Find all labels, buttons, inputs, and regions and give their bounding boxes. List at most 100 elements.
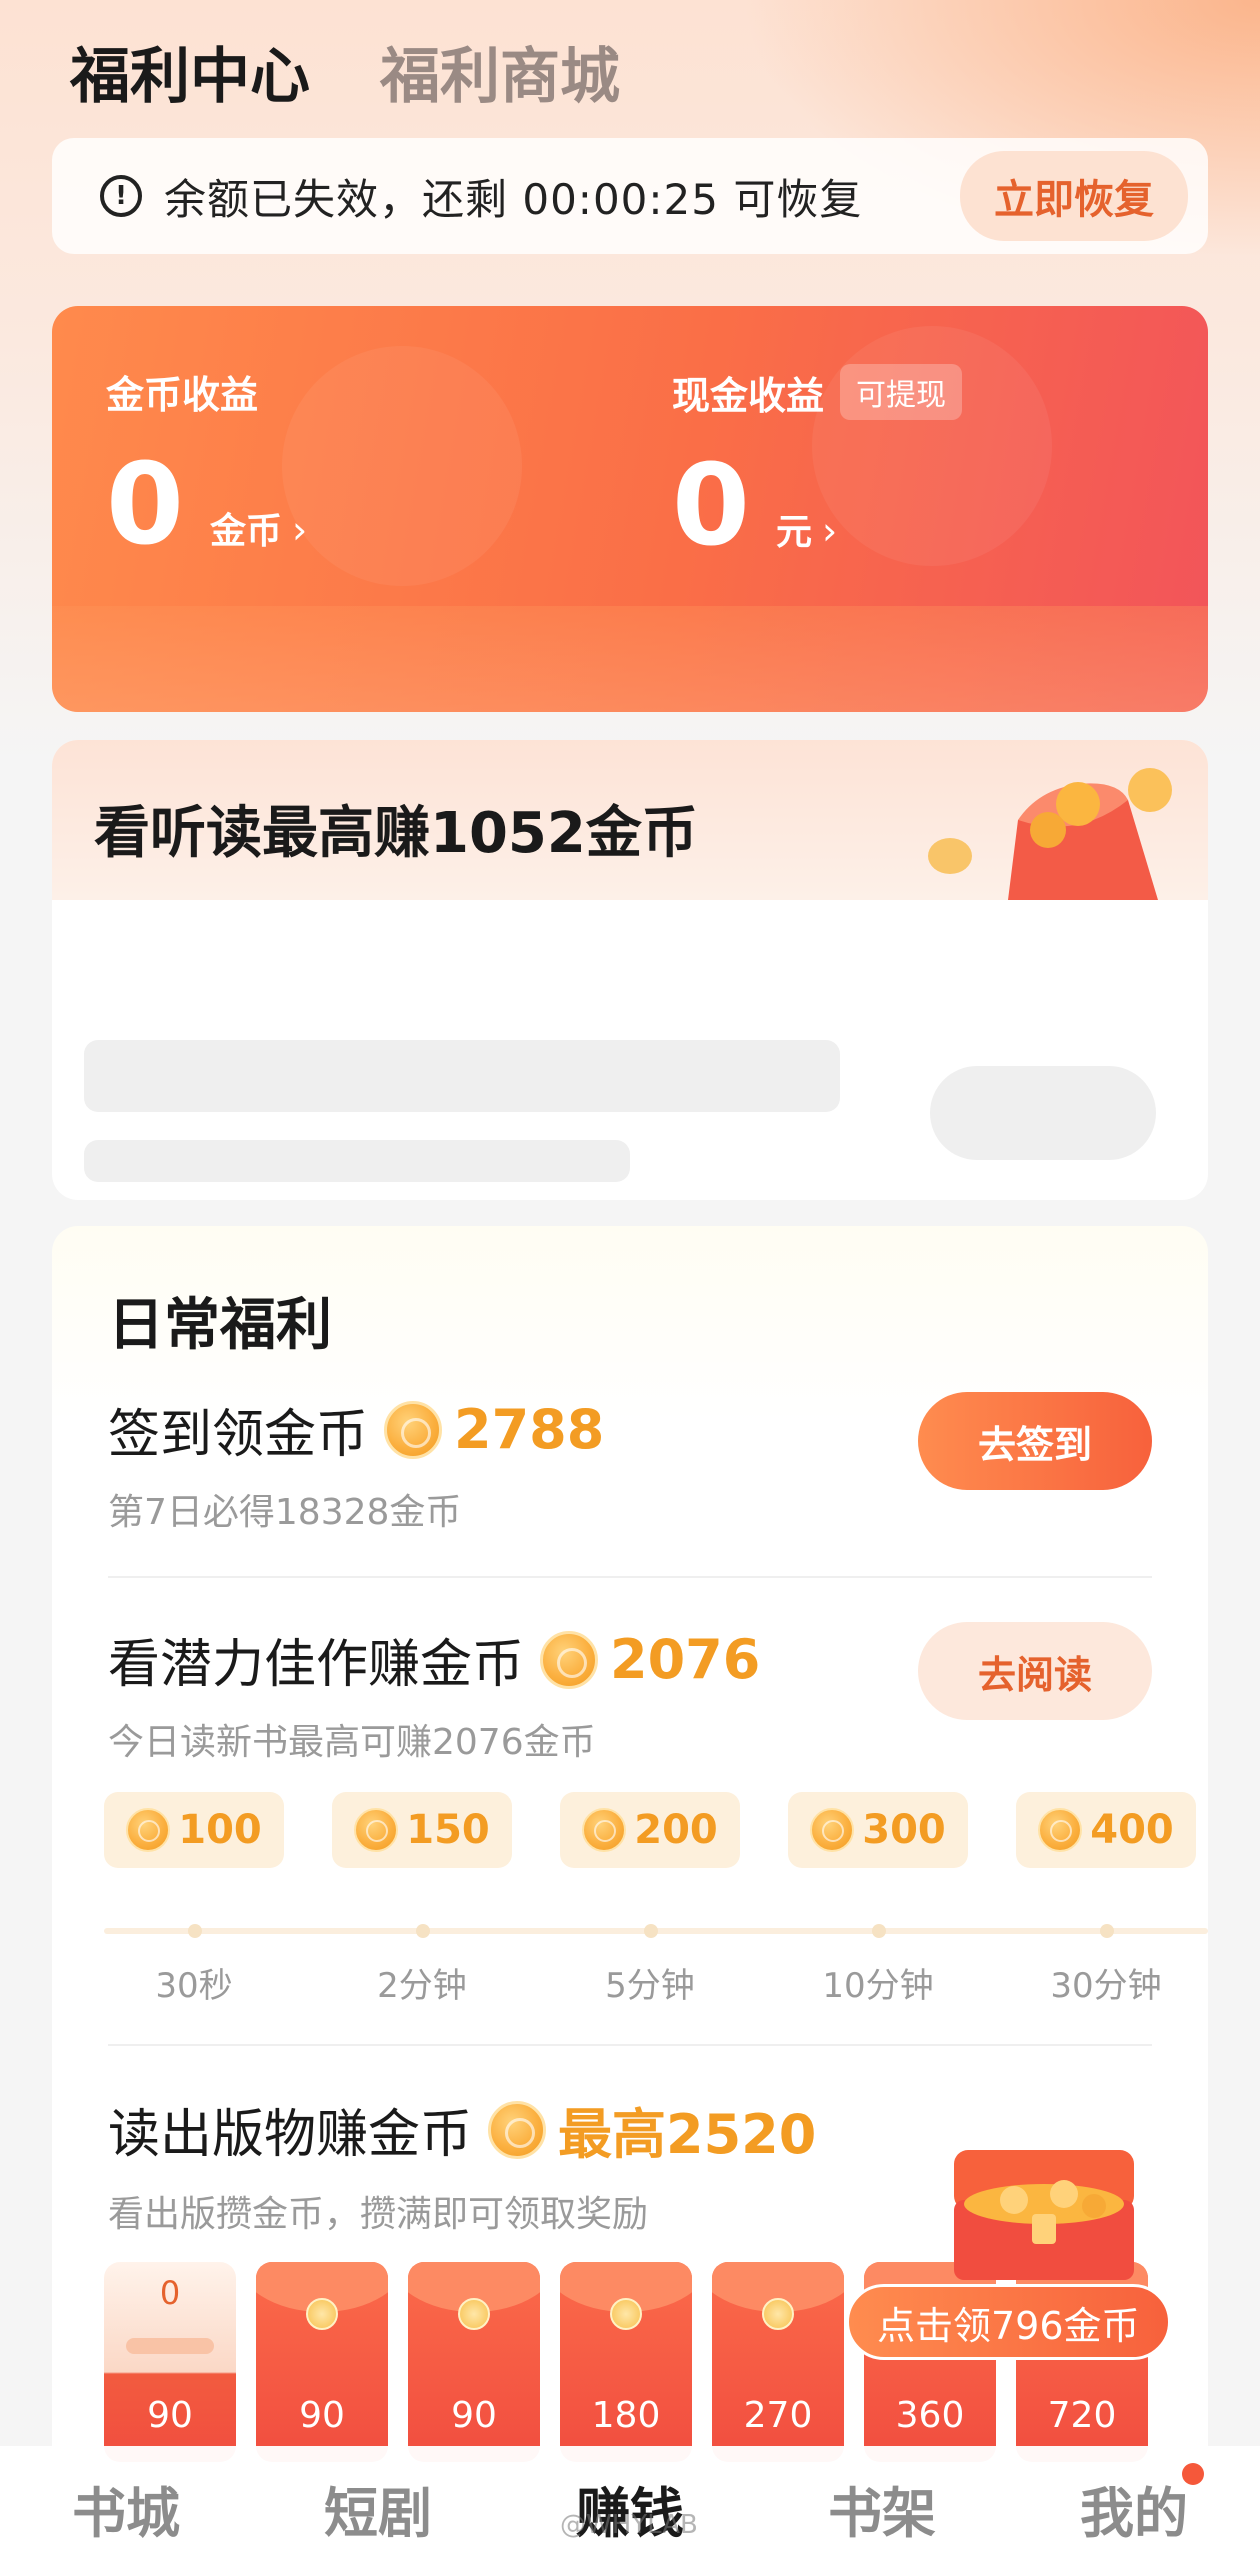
claim-coins-button[interactable]: 点击领796金币 [846, 2284, 1171, 2360]
publication-task-amount: 最高2520 [558, 2103, 817, 2166]
milestone: 100 30秒 [104, 1792, 284, 2006]
nav-short-drama[interactable]: 短剧 [304, 2469, 452, 2548]
tab-welfare-mall[interactable]: 福利商城 [380, 28, 620, 115]
chevron-right-icon: › [291, 508, 308, 552]
withdrawable-tag: 可提现 [840, 364, 963, 420]
coin-icon [810, 1808, 855, 1852]
coin-earnings-unit: 金币 [209, 511, 282, 552]
packet-progress-bar [126, 2338, 214, 2354]
milestone: 400 30分钟 [1016, 1792, 1196, 2006]
packet-value: 360 [895, 2395, 965, 2436]
coin-earnings-value: 0 [106, 440, 184, 570]
milestone-badge: 300 [788, 1792, 968, 1868]
treasure-chest-icon[interactable] [944, 2130, 1144, 2290]
milestone-coins: 150 [406, 1807, 490, 1853]
cash-earnings[interactable]: 现金收益 可提现 0 元 › [672, 364, 963, 571]
milestone-coins: 200 [634, 1807, 718, 1853]
potential-task-amount: 2076 [610, 1628, 761, 1691]
go-read-button[interactable]: 去阅读 [918, 1622, 1152, 1720]
divider [108, 2044, 1152, 2046]
potential-task-title: 看潜力佳作赚金币 [108, 1635, 525, 1695]
milestone-time: 2分钟 [377, 1966, 467, 2006]
red-packet[interactable]: 90 [256, 2262, 388, 2462]
packet-value: 90 [451, 2395, 497, 2436]
packet-value: 270 [743, 2395, 813, 2436]
milestone-badge: 150 [332, 1792, 512, 1868]
red-packet[interactable]: 90 [408, 2262, 540, 2462]
coin-earnings[interactable]: 金币收益 0 金币 › [106, 364, 307, 561]
milestone-coins: 400 [1090, 1807, 1174, 1853]
earnings-card: 金币收益 0 金币 › 现金收益 可提现 0 元 › [52, 306, 1208, 712]
listen-card-header: 看听读最高赚1052金币 [52, 740, 1208, 900]
red-packet-open[interactable]: 0 90 [104, 2262, 236, 2462]
reading-milestones: 100 30秒 150 2分钟 200 5分钟 300 10分钟 400 30分… [104, 1792, 1208, 2006]
cash-earnings-value: 0 [672, 441, 750, 571]
chevron-right-icon: › [821, 509, 838, 553]
exclamation-circle-icon: ! [100, 175, 142, 217]
coin-icon [488, 2100, 547, 2159]
milestone-time: 10分钟 [822, 1966, 934, 2006]
milestone-badge: 100 [104, 1792, 284, 1868]
packet-value: 180 [591, 2395, 661, 2436]
milestone: 150 2分钟 [332, 1792, 512, 2006]
milestone: 200 5分钟 [560, 1792, 740, 2006]
coin-icon [126, 1808, 171, 1852]
coin-earnings-label: 金币收益 [106, 373, 259, 417]
signin-task-subtitle: 第7日必得18328金币 [108, 1492, 462, 1533]
milestone-dot [644, 1924, 658, 1938]
nav-profile[interactable]: 我的 [1060, 2463, 1208, 2548]
milestone-coins: 100 [178, 1807, 262, 1853]
loading-placeholder [84, 1040, 840, 1112]
potential-works-task: 看潜力佳作赚金币 2076 今日读新书最高可赚2076金币 去阅读 [108, 1622, 1152, 1763]
coin-icon [354, 1808, 399, 1852]
milestone-dot [872, 1924, 886, 1938]
red-packet[interactable]: 270 [712, 2262, 844, 2462]
listen-read-card: 看听读最高赚1052金币 [52, 740, 1208, 1200]
daily-welfare-title: 日常福利 [108, 1293, 332, 1358]
signin-task: 签到领金币 2788 第7日必得18328金币 去签到 [108, 1392, 1152, 1533]
coin-icon [582, 1808, 627, 1852]
nav-bookstore[interactable]: 书城 [52, 2469, 200, 2548]
cash-earnings-unit: 元 [775, 512, 812, 553]
balance-expired-notice: ! 余额已失效，还剩 00:00:25 可恢复 立即恢复 [52, 138, 1208, 254]
red-packet-coins-illustration [928, 768, 1172, 900]
potential-task-subtitle: 今日读新书最高可赚2076金币 [108, 1722, 596, 1763]
milestone-dot [416, 1924, 430, 1938]
milestone: 300 10分钟 [788, 1792, 968, 2006]
red-packet[interactable]: 180 [560, 2262, 692, 2462]
signin-task-title: 签到领金币 [108, 1405, 369, 1465]
go-signin-button[interactable]: 去签到 [918, 1392, 1152, 1490]
milestone-dot [188, 1924, 202, 1938]
divider [108, 1576, 1152, 1578]
loading-button-placeholder [930, 1066, 1156, 1160]
restore-now-button[interactable]: 立即恢复 [960, 151, 1188, 241]
milestone-badge: 400 [1016, 1792, 1196, 1868]
top-tabs: 福利中心 福利商城 [70, 28, 620, 115]
coin-seal-icon [610, 2298, 642, 2330]
notification-dot [1182, 2463, 1204, 2485]
packet-value: 720 [1047, 2395, 1117, 2436]
coin-icon [540, 1630, 599, 1689]
daily-welfare-card: 日常福利 签到领金币 2788 第7日必得18328金币 去签到 看潜力佳作赚金… [52, 1226, 1208, 2571]
milestone-time: 30分钟 [1050, 1966, 1162, 2006]
cash-earnings-label: 现金收益 [672, 373, 825, 418]
packet-value: 90 [299, 2395, 345, 2436]
milestone-time: 30秒 [155, 1966, 233, 2006]
watermark: @WHYLAB [560, 2510, 698, 2540]
notice-text: 余额已失效，还剩 00:00:25 可恢复 [164, 174, 863, 224]
coin-seal-icon [458, 2298, 490, 2330]
listen-card-title: 看听读最高赚1052金币 [94, 801, 698, 866]
coin-seal-icon [306, 2298, 338, 2330]
bottom-navigation: 书城 短剧 赚钱 书架 我的 [0, 2446, 1260, 2571]
nav-bookshelf[interactable]: 书架 [808, 2469, 956, 2548]
milestone-badge: 200 [560, 1792, 740, 1868]
coin-seal-icon [762, 2298, 794, 2330]
packet-value: 90 [147, 2395, 193, 2436]
milestone-dot [1100, 1924, 1114, 1938]
publication-task-title: 读出版物赚金币 [108, 2105, 473, 2165]
coin-icon [1038, 1808, 1083, 1852]
tab-welfare-center[interactable]: 福利中心 [70, 28, 310, 115]
decorative-circle [282, 346, 522, 586]
milestone-coins: 300 [862, 1807, 946, 1853]
signin-task-amount: 2788 [454, 1398, 605, 1461]
